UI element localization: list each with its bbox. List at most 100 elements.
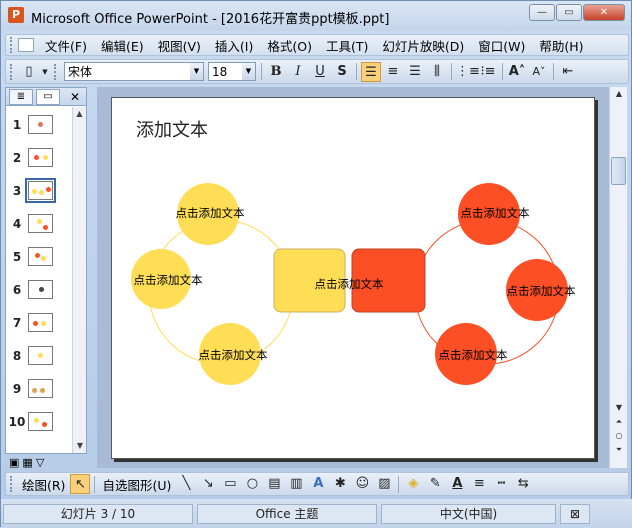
vertical-textbox-icon[interactable]: ▥ bbox=[286, 474, 306, 494]
menu-tools[interactable]: 工具(T) bbox=[319, 36, 375, 55]
dropdown-icon[interactable]: ▼ bbox=[41, 62, 49, 82]
normal-view-icon[interactable]: ▣ bbox=[9, 456, 19, 470]
scroll-up-icon[interactable]: ▲ bbox=[73, 107, 86, 121]
document-icon[interactable] bbox=[18, 38, 34, 52]
menu-help[interactable]: 帮助(H) bbox=[532, 36, 590, 55]
wordart-icon[interactable]: A bbox=[308, 474, 328, 494]
slide-item[interactable]: 2 bbox=[6, 141, 72, 174]
toolbar-grip[interactable] bbox=[10, 63, 14, 80]
slide-item[interactable]: 9 bbox=[6, 372, 72, 405]
close-icon[interactable]: ✕ bbox=[70, 90, 80, 104]
menu-format[interactable]: 格式(O) bbox=[260, 36, 319, 55]
toolbar-grip[interactable] bbox=[54, 63, 58, 80]
slide-thumbnail[interactable] bbox=[28, 247, 53, 266]
slide-thumbnail[interactable] bbox=[28, 313, 53, 332]
sorter-view-icon[interactable]: ▦ bbox=[22, 456, 32, 470]
line-icon[interactable]: ╲ bbox=[176, 474, 196, 494]
font-name-combo[interactable]: 宋体 ▼ bbox=[64, 62, 204, 81]
editor-scrollbar[interactable]: ▲ ▼ ⏶ ○ ⏷ bbox=[609, 87, 627, 468]
pane-scrollbar[interactable]: ▲ ▼ bbox=[72, 107, 86, 453]
slide-item[interactable]: 3 bbox=[6, 174, 72, 207]
slide-thumbnail[interactable] bbox=[28, 214, 53, 233]
underline-button[interactable]: U bbox=[310, 62, 330, 82]
menu-view[interactable]: 视图(V) bbox=[151, 36, 208, 55]
placeholder-text[interactable]: 点击添加文本 bbox=[315, 276, 384, 292]
line-style-icon[interactable]: ≡ bbox=[469, 474, 489, 494]
slide-item[interactable]: 4 bbox=[6, 207, 72, 240]
diagram-icon[interactable]: ✱ bbox=[330, 474, 350, 494]
new-document-icon[interactable]: ▯ bbox=[19, 62, 39, 82]
slide-thumbnail[interactable] bbox=[28, 346, 53, 365]
scroll-thumb[interactable] bbox=[611, 157, 626, 185]
oval-icon[interactable]: ○ bbox=[242, 474, 262, 494]
toolbar-grip[interactable] bbox=[10, 37, 14, 53]
autoshapes-button[interactable]: 自选图形(U) bbox=[98, 475, 175, 494]
slide-item[interactable]: 1 bbox=[6, 108, 72, 141]
menu-window[interactable]: 窗口(W) bbox=[471, 36, 532, 55]
align-left-icon[interactable]: ☰ bbox=[361, 61, 381, 82]
previous-slide-icon[interactable]: ⏶ bbox=[610, 417, 628, 427]
scroll-down-icon[interactable]: ▼ bbox=[610, 403, 628, 412]
fill-color-icon[interactable]: ◈ bbox=[403, 474, 423, 494]
outline-tab-icon[interactable]: ≣ bbox=[9, 88, 33, 105]
placeholder-text[interactable]: 点击添加文本 bbox=[461, 205, 530, 221]
bullets-icon[interactable]: ⁝≡ bbox=[478, 62, 498, 82]
placeholder-text[interactable]: 点击添加文本 bbox=[199, 347, 268, 363]
toolbar-grip[interactable] bbox=[10, 476, 14, 492]
increase-font-icon[interactable]: A˄ bbox=[507, 62, 527, 82]
slide-thumbnail[interactable] bbox=[28, 148, 53, 167]
slide-item[interactable]: 10 bbox=[6, 405, 72, 438]
distribute-icon[interactable]: ⫼ bbox=[427, 62, 447, 82]
menu-slideshow[interactable]: 幻灯片放映(D) bbox=[375, 36, 471, 55]
scroll-up-icon[interactable]: ▲ bbox=[610, 89, 628, 98]
slide-thumbnail[interactable] bbox=[28, 412, 53, 431]
arrow-style-icon[interactable]: ⇆ bbox=[513, 474, 533, 494]
slide-title[interactable]: 添加文本 bbox=[136, 116, 208, 142]
spellcheck-icon[interactable]: ⊠ bbox=[560, 503, 590, 524]
outdent-icon[interactable]: ⇤ bbox=[558, 62, 578, 82]
select-object-icon[interactable]: ○ bbox=[610, 431, 628, 440]
slide-thumbnail[interactable] bbox=[28, 115, 53, 134]
font-size-combo[interactable]: 18 ▼ bbox=[208, 62, 256, 81]
slide-item[interactable]: 5 bbox=[6, 240, 72, 273]
restore-button[interactable]: ▭ bbox=[556, 4, 582, 21]
picture-icon[interactable]: ▨ bbox=[374, 474, 394, 494]
slide-thumbnail[interactable] bbox=[28, 379, 53, 398]
slide-item[interactable]: 7 bbox=[6, 306, 72, 339]
decrease-font-icon[interactable]: A˅ bbox=[529, 62, 549, 82]
align-right-icon[interactable]: ☰ bbox=[405, 62, 425, 82]
draw-menu-button[interactable]: 绘图(R) bbox=[18, 475, 69, 494]
textbox-icon[interactable]: ▤ bbox=[264, 474, 284, 494]
placeholder-text[interactable]: 点击添加文本 bbox=[134, 272, 203, 288]
select-arrow-icon[interactable]: ↖ bbox=[70, 474, 91, 494]
slide-item[interactable]: 6 bbox=[6, 273, 72, 306]
menu-edit[interactable]: 编辑(E) bbox=[94, 36, 151, 55]
slide-item[interactable]: 8 bbox=[6, 339, 72, 372]
dash-style-icon[interactable]: ┅ bbox=[491, 474, 511, 494]
align-center-icon[interactable]: ≡ bbox=[383, 62, 403, 82]
numbering-icon[interactable]: ⋮≡ bbox=[456, 62, 480, 82]
placeholder-text[interactable]: 点击添加文本 bbox=[507, 283, 576, 299]
menu-insert[interactable]: 插入(I) bbox=[208, 36, 260, 55]
slideshow-view-icon[interactable]: ▽ bbox=[36, 456, 44, 470]
rectangle-icon[interactable]: ▭ bbox=[220, 474, 240, 494]
slides-tab-icon[interactable]: ▭ bbox=[36, 88, 60, 105]
placeholder-text[interactable]: 点击添加文本 bbox=[176, 205, 245, 221]
line-color-icon[interactable]: ✎ bbox=[425, 474, 445, 494]
italic-button[interactable]: I bbox=[288, 62, 308, 82]
bold-button[interactable]: B bbox=[266, 62, 286, 82]
clipart-icon[interactable]: ☺ bbox=[352, 474, 372, 494]
scroll-down-icon[interactable]: ▼ bbox=[73, 439, 87, 453]
chevron-down-icon[interactable]: ▼ bbox=[242, 63, 255, 80]
shadow-button[interactable]: S bbox=[332, 62, 352, 82]
font-color-icon[interactable]: A bbox=[447, 474, 467, 494]
slide-thumbnail-selected[interactable] bbox=[25, 178, 56, 203]
chevron-down-icon[interactable]: ▼ bbox=[190, 63, 203, 80]
slide-thumbnail[interactable] bbox=[28, 280, 53, 299]
arrow-icon[interactable]: ↘ bbox=[198, 474, 218, 494]
minimize-button[interactable]: — bbox=[529, 4, 555, 21]
close-button[interactable]: ✕ bbox=[583, 4, 625, 21]
slide-canvas[interactable]: 添加文本 点击添加文本 点击添加文本 点击添加文本 点击添加文本 点击添加文本 … bbox=[111, 97, 595, 459]
placeholder-text[interactable]: 点击添加文本 bbox=[439, 347, 508, 363]
menu-file[interactable]: 文件(F) bbox=[38, 36, 94, 55]
